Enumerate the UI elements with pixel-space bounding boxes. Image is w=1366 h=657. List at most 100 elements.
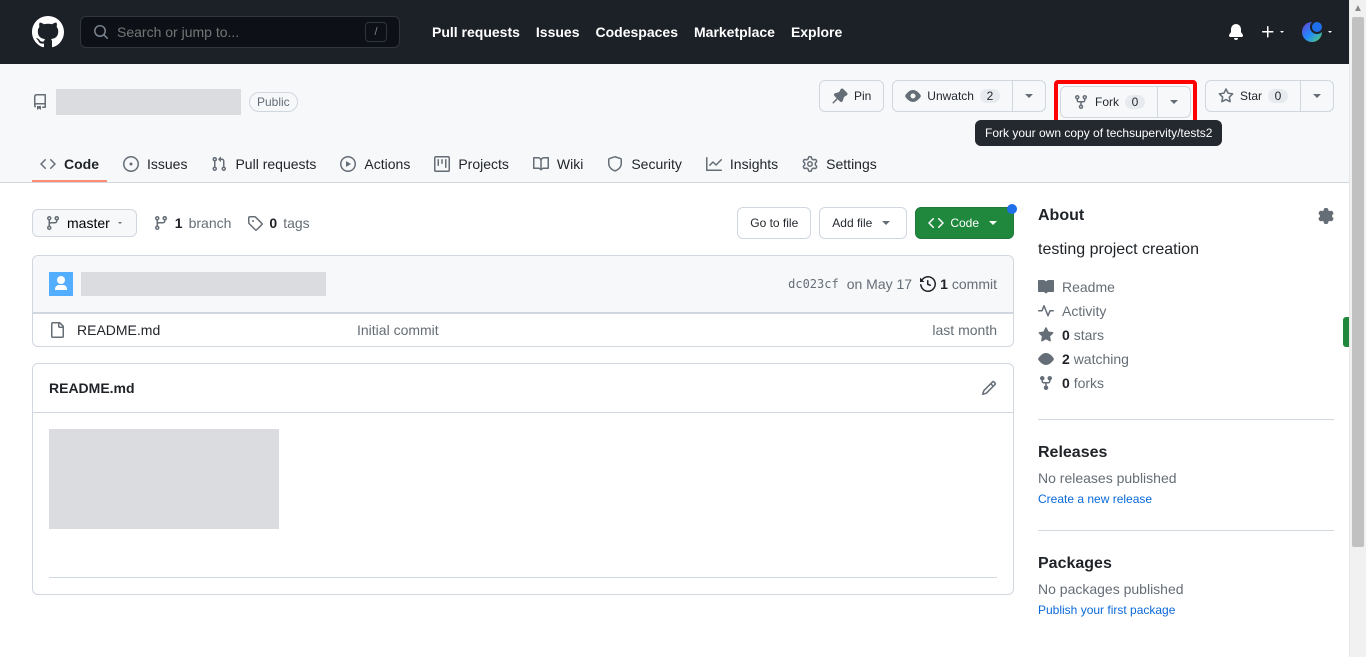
- eye-icon: [905, 88, 921, 104]
- top-header: / Pull requests Issues Codespaces Market…: [0, 0, 1366, 64]
- file-listing: dc023cf on May 17 1 commit README.md Ini…: [32, 255, 1014, 347]
- unwatch-menu-button[interactable]: [1013, 80, 1046, 112]
- packages-none: No packages published: [1038, 581, 1334, 597]
- star-icon: [1218, 88, 1234, 104]
- fork-menu-button[interactable]: [1158, 86, 1191, 118]
- pencil-icon[interactable]: [981, 380, 997, 396]
- sidebar: About testing project creation Readme Ac…: [1038, 207, 1334, 617]
- tab-pulls[interactable]: Pull requests: [203, 148, 324, 182]
- pin-icon: [832, 88, 848, 104]
- readme-filename[interactable]: README.md: [49, 380, 135, 396]
- plus-icon[interactable]: [1260, 24, 1276, 40]
- project-icon: [434, 156, 450, 172]
- publish-package-link[interactable]: Publish your first package: [1038, 603, 1175, 617]
- shield-icon: [607, 156, 623, 172]
- nav-marketplace[interactable]: Marketplace: [694, 24, 775, 40]
- branch-icon: [153, 215, 169, 231]
- star-menu-button[interactable]: [1301, 80, 1334, 112]
- caret-down-icon: [1166, 94, 1182, 110]
- star-button[interactable]: Star0: [1205, 80, 1301, 112]
- commit-date: on May 17: [847, 276, 912, 292]
- about-activity[interactable]: Activity: [1038, 299, 1334, 323]
- file-name[interactable]: README.md: [77, 322, 357, 338]
- fork-button[interactable]: Fork0: [1060, 86, 1158, 118]
- commit-sha[interactable]: dc023cf: [788, 277, 839, 291]
- commit-message-placeholder: [81, 272, 326, 296]
- repo-name-placeholder: [56, 89, 241, 115]
- star-icon: [1038, 327, 1054, 343]
- readme-box: README.md: [32, 363, 1014, 595]
- tab-wiki[interactable]: Wiki: [525, 148, 591, 182]
- gear-icon: [802, 156, 818, 172]
- fork-tooltip: Fork your own copy of techsupervity/test…: [975, 120, 1222, 146]
- nav-issues[interactable]: Issues: [536, 24, 580, 40]
- create-release-link[interactable]: Create a new release: [1038, 492, 1152, 506]
- tag-icon: [247, 215, 263, 231]
- caret-down-icon: [116, 219, 124, 227]
- caret-down-icon: [878, 215, 894, 231]
- tab-security[interactable]: Security: [599, 148, 690, 182]
- slash-shortcut-icon: /: [365, 22, 387, 42]
- readme-divider: [49, 577, 997, 578]
- about-stars[interactable]: 0 stars: [1038, 323, 1334, 347]
- user-menu[interactable]: [1302, 22, 1334, 42]
- repo-head: Public Pin Unwatch2 Fork0 Star0 Fork you…: [0, 64, 1366, 183]
- caret-down-icon: [1021, 88, 1037, 104]
- about-watching[interactable]: 2 watching: [1038, 347, 1334, 371]
- go-to-file-button[interactable]: Go to file: [737, 207, 811, 239]
- file-time: last month: [932, 322, 997, 338]
- about-title: About: [1038, 207, 1334, 225]
- add-file-button[interactable]: Add file: [819, 207, 907, 239]
- commit-count[interactable]: 1 commit: [920, 276, 997, 292]
- caret-down-icon: [1309, 88, 1325, 104]
- packages-section: Packages No packages published Publish y…: [1038, 530, 1334, 617]
- github-logo-icon[interactable]: [32, 16, 64, 48]
- file-row[interactable]: README.md Initial commit last month: [33, 313, 1013, 346]
- graph-icon: [706, 156, 722, 172]
- releases-none: No releases published: [1038, 470, 1334, 486]
- search-icon: [93, 24, 109, 40]
- fork-icon: [1038, 375, 1054, 391]
- file-commit-msg[interactable]: Initial commit: [357, 322, 932, 338]
- code-icon: [40, 156, 56, 172]
- scroll-thumb[interactable]: [1352, 17, 1364, 547]
- about-forks[interactable]: 0 forks: [1038, 371, 1334, 395]
- releases-title: Releases: [1038, 444, 1334, 462]
- repo-tabs: Code Issues Pull requests Actions Projec…: [0, 148, 1366, 182]
- pin-button[interactable]: Pin: [819, 80, 884, 112]
- nav-pulls[interactable]: Pull requests: [432, 24, 520, 40]
- tab-settings[interactable]: Settings: [794, 148, 885, 182]
- caret-down-icon: [985, 215, 1001, 231]
- caret-down-icon: [1326, 28, 1334, 36]
- fork-icon: [1073, 94, 1089, 110]
- nav-explore[interactable]: Explore: [791, 24, 842, 40]
- tab-actions[interactable]: Actions: [332, 148, 418, 182]
- history-icon: [920, 276, 936, 292]
- scroll-up-icon[interactable]: ▲: [1350, 0, 1366, 17]
- search-input[interactable]: [117, 24, 365, 40]
- tab-insights[interactable]: Insights: [698, 148, 786, 182]
- search-bar[interactable]: /: [80, 16, 400, 48]
- top-nav: Pull requests Issues Codespaces Marketpl…: [432, 24, 842, 40]
- tab-code[interactable]: Code: [32, 148, 107, 182]
- tag-count[interactable]: 0 tags: [247, 215, 309, 231]
- code-button[interactable]: Code: [915, 207, 1014, 239]
- gear-icon[interactable]: [1318, 208, 1334, 224]
- book-icon: [1038, 279, 1054, 295]
- notifications-icon[interactable]: [1228, 24, 1244, 40]
- about-description: testing project creation: [1038, 241, 1334, 259]
- eye-icon: [1038, 351, 1054, 367]
- packages-title: Packages: [1038, 555, 1334, 573]
- tab-issues[interactable]: Issues: [115, 148, 195, 182]
- branch-count[interactable]: 1 branch: [153, 215, 232, 231]
- about-readme[interactable]: Readme: [1038, 275, 1334, 299]
- scrollbar[interactable]: ▲: [1349, 0, 1366, 657]
- caret-down-icon: [1278, 28, 1286, 36]
- branch-icon: [45, 215, 61, 231]
- nav-codespaces[interactable]: Codespaces: [596, 24, 678, 40]
- commit-author-avatar[interactable]: [49, 272, 73, 296]
- unwatch-button[interactable]: Unwatch2: [892, 80, 1013, 112]
- tab-projects[interactable]: Projects: [426, 148, 517, 182]
- code-icon: [928, 215, 944, 231]
- branch-selector[interactable]: master: [32, 209, 137, 237]
